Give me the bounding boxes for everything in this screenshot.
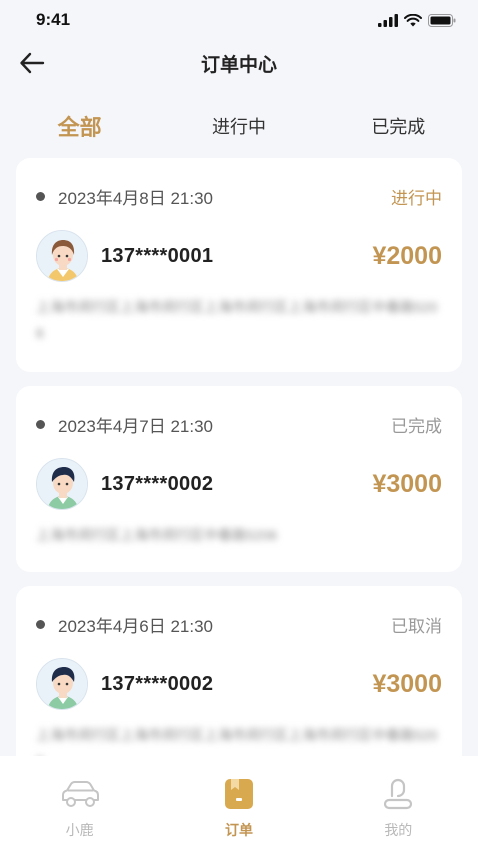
avatar-female-icon (37, 231, 87, 281)
tab-bar-label: 订单 (224, 822, 253, 838)
page-title: 订单中心 (200, 54, 277, 76)
order-user-row: 137****0001 ¥2000 (36, 230, 442, 282)
order-address: 上海市闵行区上海市闵行区上海市闵行区上海市闵行区中春路5206 (36, 299, 438, 341)
order-list[interactable]: 2023年4月8日 21:30 进行中 137****0001 ¥2000 上海… (0, 158, 478, 756)
tab-completed[interactable]: 已完成 (319, 113, 478, 139)
tab-bar-item-orders[interactable]: 订单 (159, 756, 318, 850)
arrow-left-icon (20, 52, 45, 74)
order-address: 上海市闵行区上海市闵行区中春路5206 (36, 527, 278, 543)
signal-icon (378, 13, 398, 27)
back-button[interactable] (18, 50, 46, 76)
tab-bar-item-profile[interactable]: 我的 (319, 756, 478, 850)
order-phone: 137****0002 (101, 672, 214, 695)
tab-bar-label: 小鹿 (65, 822, 94, 838)
order-status: 已完成 (391, 416, 442, 436)
wifi-icon (404, 13, 422, 26)
avatar (36, 458, 88, 510)
avatar-male-icon (37, 459, 87, 509)
profile-icon (377, 776, 419, 812)
status-icons (378, 13, 456, 27)
order-card-header: 2023年4月8日 21:30 进行中 (36, 184, 442, 208)
tab-all[interactable]: 全部 (0, 110, 159, 142)
order-card-header: 2023年4月7日 21:30 已完成 (36, 412, 442, 436)
order-amount: ¥3000 (372, 469, 442, 498)
tab-bar-item-deer[interactable]: 小鹿 (0, 756, 159, 850)
order-date: 2023年4月6日 21:30 (58, 616, 213, 636)
bullet-dot (36, 619, 45, 629)
order-card-header: 2023年4月6日 21:30 已取消 (36, 612, 442, 636)
order-phone: 137****0001 (101, 244, 214, 267)
order-card[interactable]: 2023年4月6日 21:30 已取消 137****0002 ¥3000 上海… (16, 586, 462, 756)
order-user-row: 137****0002 ¥3000 (36, 658, 442, 710)
avatar (36, 658, 88, 710)
avatar-male-icon (37, 659, 87, 709)
order-card[interactable]: 2023年4月8日 21:30 进行中 137****0001 ¥2000 上海… (16, 158, 462, 372)
order-status: 进行中 (391, 188, 442, 208)
battery-icon (428, 13, 456, 27)
bottom-tab-bar: 小鹿 订单 我的 (0, 756, 478, 850)
avatar (36, 230, 88, 282)
bullet-dot (36, 419, 45, 429)
order-user-row: 137****0002 ¥3000 (36, 458, 442, 510)
order-tabs: 全部 进行中 已完成 (0, 104, 478, 148)
order-amount: ¥2000 (372, 241, 442, 270)
nav-bar: 订单中心 (0, 40, 478, 86)
order-date: 2023年4月8日 21:30 (58, 188, 213, 208)
order-address: 上海市闵行区上海市闵行区上海市闵行区上海市闵行区中春路5206 (36, 727, 438, 756)
status-time: 9:41 (36, 10, 71, 29)
order-card[interactable]: 2023年4月7日 21:30 已完成 137****0002 ¥3000 上海… (16, 386, 462, 572)
order-phone: 137****0002 (101, 472, 214, 495)
order-date: 2023年4月7日 21:30 (58, 416, 213, 436)
tab-bar-label: 我的 (384, 822, 413, 838)
car-icon (59, 776, 101, 812)
order-status: 已取消 (391, 616, 442, 636)
order-amount: ¥3000 (372, 669, 442, 698)
tab-in-progress[interactable]: 进行中 (159, 113, 318, 139)
status-bar: 9:41 (0, 0, 478, 40)
bullet-dot (36, 191, 45, 201)
order-icon (218, 776, 260, 812)
